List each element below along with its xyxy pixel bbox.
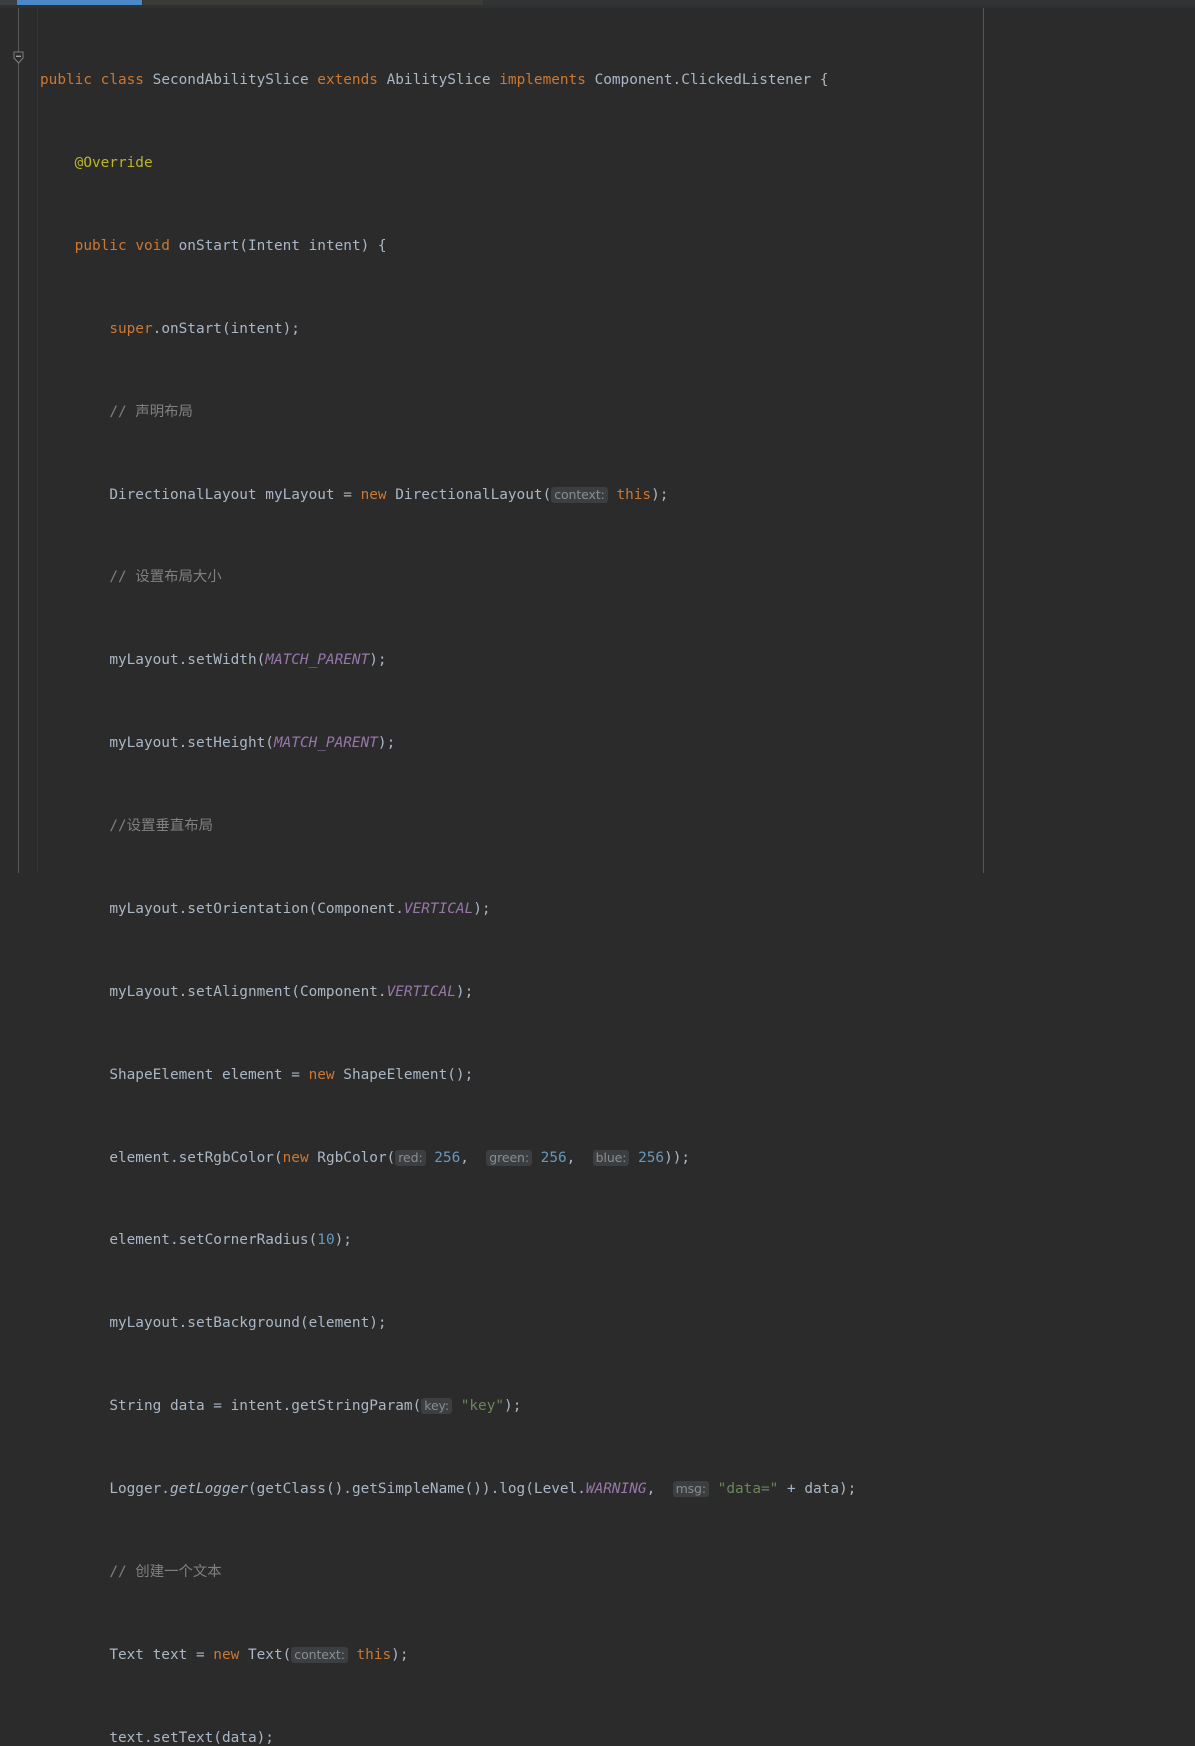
code-line[interactable]: myLayout.setWidth(MATCH_PARENT); (38, 650, 1195, 671)
code-line[interactable]: text.setText(data); (38, 1728, 1195, 1746)
param-hint-msg: msg: (672, 1481, 709, 1498)
code-folding-gutter[interactable] (0, 8, 37, 873)
folding-guide-line (18, 8, 19, 873)
code-line[interactable]: String data = intent.getStringParam(key:… (38, 1396, 1195, 1417)
code-line[interactable]: Logger.getLogger(getClass().getSimpleNam… (38, 1479, 1195, 1500)
code-line[interactable]: element.setRgbColor(new RgbColor(red: 25… (38, 1148, 1195, 1169)
code-line[interactable]: //设置垂直布局 (38, 816, 1195, 837)
param-hint-context: context: (551, 486, 608, 503)
code-line[interactable]: myLayout.setAlignment(Component.VERTICAL… (38, 982, 1195, 1003)
param-hint-red: red: (395, 1149, 426, 1166)
param-hint-context: context: (291, 1646, 348, 1663)
code-line[interactable]: element.setCornerRadius(10); (38, 1230, 1195, 1251)
collapse-fold-icon[interactable] (11, 50, 26, 65)
code-line[interactable]: Text text = new Text(context: this); (38, 1645, 1195, 1666)
code-line[interactable]: super.onStart(intent); (38, 319, 1195, 340)
code-line[interactable]: // 创建一个文本 (38, 1562, 1195, 1583)
code-line[interactable]: // 设置布局大小 (38, 567, 1195, 588)
code-line[interactable]: ShapeElement element = new ShapeElement(… (38, 1065, 1195, 1086)
param-hint-key: key: (421, 1398, 453, 1415)
code-line[interactable]: myLayout.setBackground(element); (38, 1313, 1195, 1334)
editor-top-strip (0, 0, 1195, 8)
code-line[interactable]: myLayout.setOrientation(Component.VERTIC… (38, 899, 1195, 920)
code-line[interactable]: public class SecondAbilitySlice extends … (38, 70, 1195, 91)
code-line[interactable]: @Override (38, 153, 1195, 174)
code-text-area[interactable]: public class SecondAbilitySlice extends … (38, 8, 1195, 1746)
code-line[interactable]: DirectionalLayout myLayout = new Directi… (38, 485, 1195, 506)
code-line[interactable]: // 声明布局 (38, 402, 1195, 423)
code-line[interactable]: public void onStart(Intent intent) { (38, 236, 1195, 257)
code-editor[interactable]: public class SecondAbilitySlice extends … (0, 8, 1195, 1746)
code-line[interactable]: myLayout.setHeight(MATCH_PARENT); (38, 733, 1195, 754)
param-hint-green: green: (486, 1149, 532, 1166)
param-hint-blue: blue: (592, 1149, 630, 1166)
